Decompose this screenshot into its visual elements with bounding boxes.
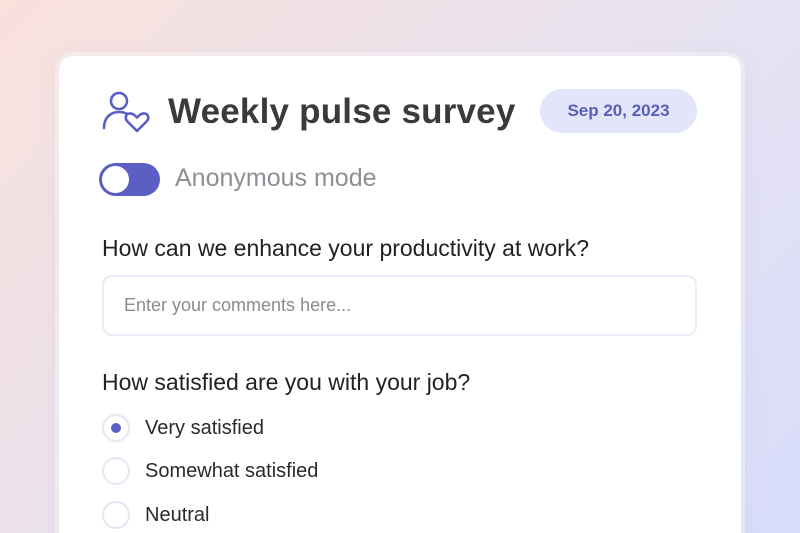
radio-very-satisfied[interactable]: [102, 414, 130, 442]
anonymous-mode-label: Anonymous mode: [175, 164, 377, 192]
date-badge: Sep 20, 2023: [540, 89, 697, 133]
option-label: Very satisfied: [145, 416, 264, 439]
radio-somewhat-satisfied[interactable]: [102, 457, 130, 485]
survey-title: Weekly pulse survey: [168, 92, 516, 131]
satisfaction-question: How satisfied are you with your job?: [102, 369, 471, 395]
toggle-knob: [102, 166, 129, 193]
comments-input[interactable]: [102, 275, 697, 336]
option-neutral[interactable]: Neutral: [102, 500, 209, 530]
anonymous-mode-toggle[interactable]: [99, 163, 160, 196]
radio-neutral[interactable]: [102, 501, 130, 529]
option-label: Neutral: [145, 503, 210, 526]
user-heart-icon: [101, 90, 151, 134]
productivity-question: How can we enhance your productivity at …: [102, 235, 590, 261]
option-very-satisfied[interactable]: Very satisfied: [102, 413, 264, 443]
option-somewhat-satisfied[interactable]: Somewhat satisfied: [102, 456, 318, 486]
option-label: Somewhat satisfied: [145, 459, 319, 482]
